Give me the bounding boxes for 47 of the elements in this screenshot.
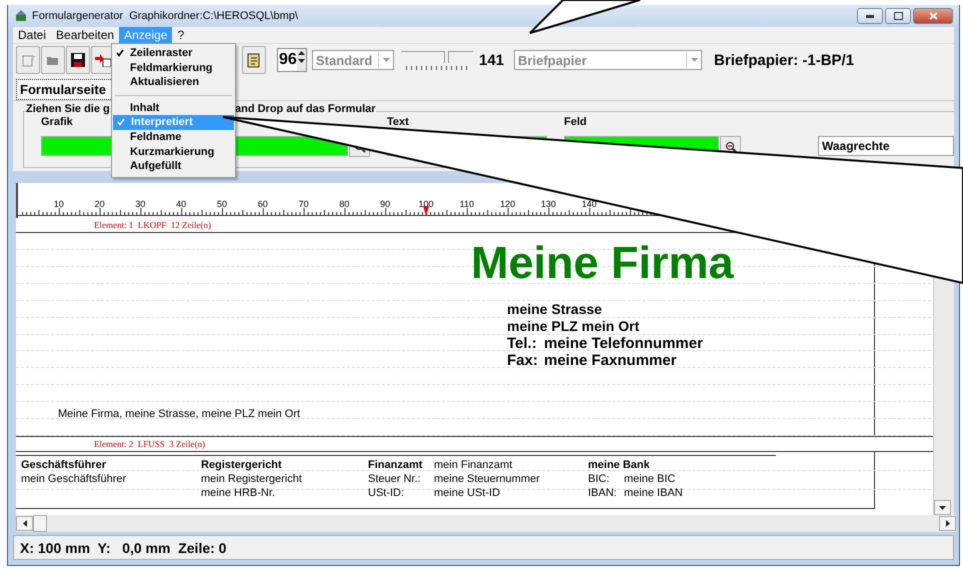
footer-value: meine HRB-Nr.	[201, 486, 276, 500]
group-legend: and Drop auf das Formular	[235, 103, 376, 116]
ruler-label: 10	[52, 199, 65, 209]
page-count: 141	[479, 52, 504, 68]
address-line: meine PLZ mein Ort	[507, 318, 640, 334]
address-line: meine Faxnummer	[544, 352, 677, 369]
ruler-label: 140	[580, 199, 598, 209]
footer-value: mein Registergericht	[201, 472, 303, 486]
ruler-label: 120	[499, 199, 516, 209]
footer-value: mein Finanzamt	[434, 458, 514, 472]
footer-value: meine IBAN	[624, 486, 684, 500]
group-legend: Ziehen Sie die g	[26, 103, 110, 115]
footer-heading: Finanzamt	[368, 458, 424, 472]
address-line: meine Strasse	[507, 301, 602, 317]
footer-label: Steuer Nr.:	[368, 472, 422, 486]
status-text: X: 100 mm Y: 0,0 mm Zeile: 0	[20, 540, 226, 556]
ruler-label: 50	[216, 199, 228, 209]
ruler-label: 40	[175, 199, 188, 209]
ruler-label: 80	[338, 199, 350, 209]
address-label: Tel.:	[507, 335, 538, 352]
section-label: Element: 2 LFUSS 3 Zeile(n)	[16, 436, 934, 452]
ruler-label: 90	[379, 199, 392, 209]
sender-line: Meine Firma, meine Strasse, meine PLZ mein Ort	[58, 408, 302, 420]
address-line: meine Telefonnummer	[544, 335, 703, 352]
footer-heading: meine Bank	[588, 458, 651, 472]
ruler-label: 70	[298, 199, 310, 209]
field-label: Feld	[564, 116, 587, 130]
footer-heading: Geschäftsführer	[21, 458, 107, 472]
address-label: Fax:	[507, 352, 539, 369]
ruler-label: 20	[94, 199, 106, 209]
paper-label: Briefpapier: -1-BP/1	[714, 52, 854, 68]
footer-value: meine Steuernummer	[434, 472, 541, 486]
footer-value: meine USt-ID	[434, 486, 502, 500]
field-label: Grafik	[41, 116, 73, 130]
field-label: Text	[387, 116, 409, 130]
footer-value: mein Geschäftsführer	[21, 472, 128, 486]
footer-label: IBAN:	[588, 486, 618, 500]
ruler-label: 30	[134, 199, 146, 209]
footer-heading: Registergericht	[201, 458, 283, 472]
footer-label: USt-ID:	[368, 486, 406, 500]
company-name: Meine Firma	[471, 237, 735, 289]
footer-label: BIC:	[588, 472, 610, 486]
footer-value: meine BIC	[624, 472, 676, 486]
ruler-label: 110	[458, 199, 475, 209]
ruler-label: 130	[540, 199, 557, 209]
ruler-label: 60	[256, 199, 269, 209]
window-title: Formulargenerator Graphikordner:C:\HEROSQL\bmp\	[32, 10, 298, 22]
